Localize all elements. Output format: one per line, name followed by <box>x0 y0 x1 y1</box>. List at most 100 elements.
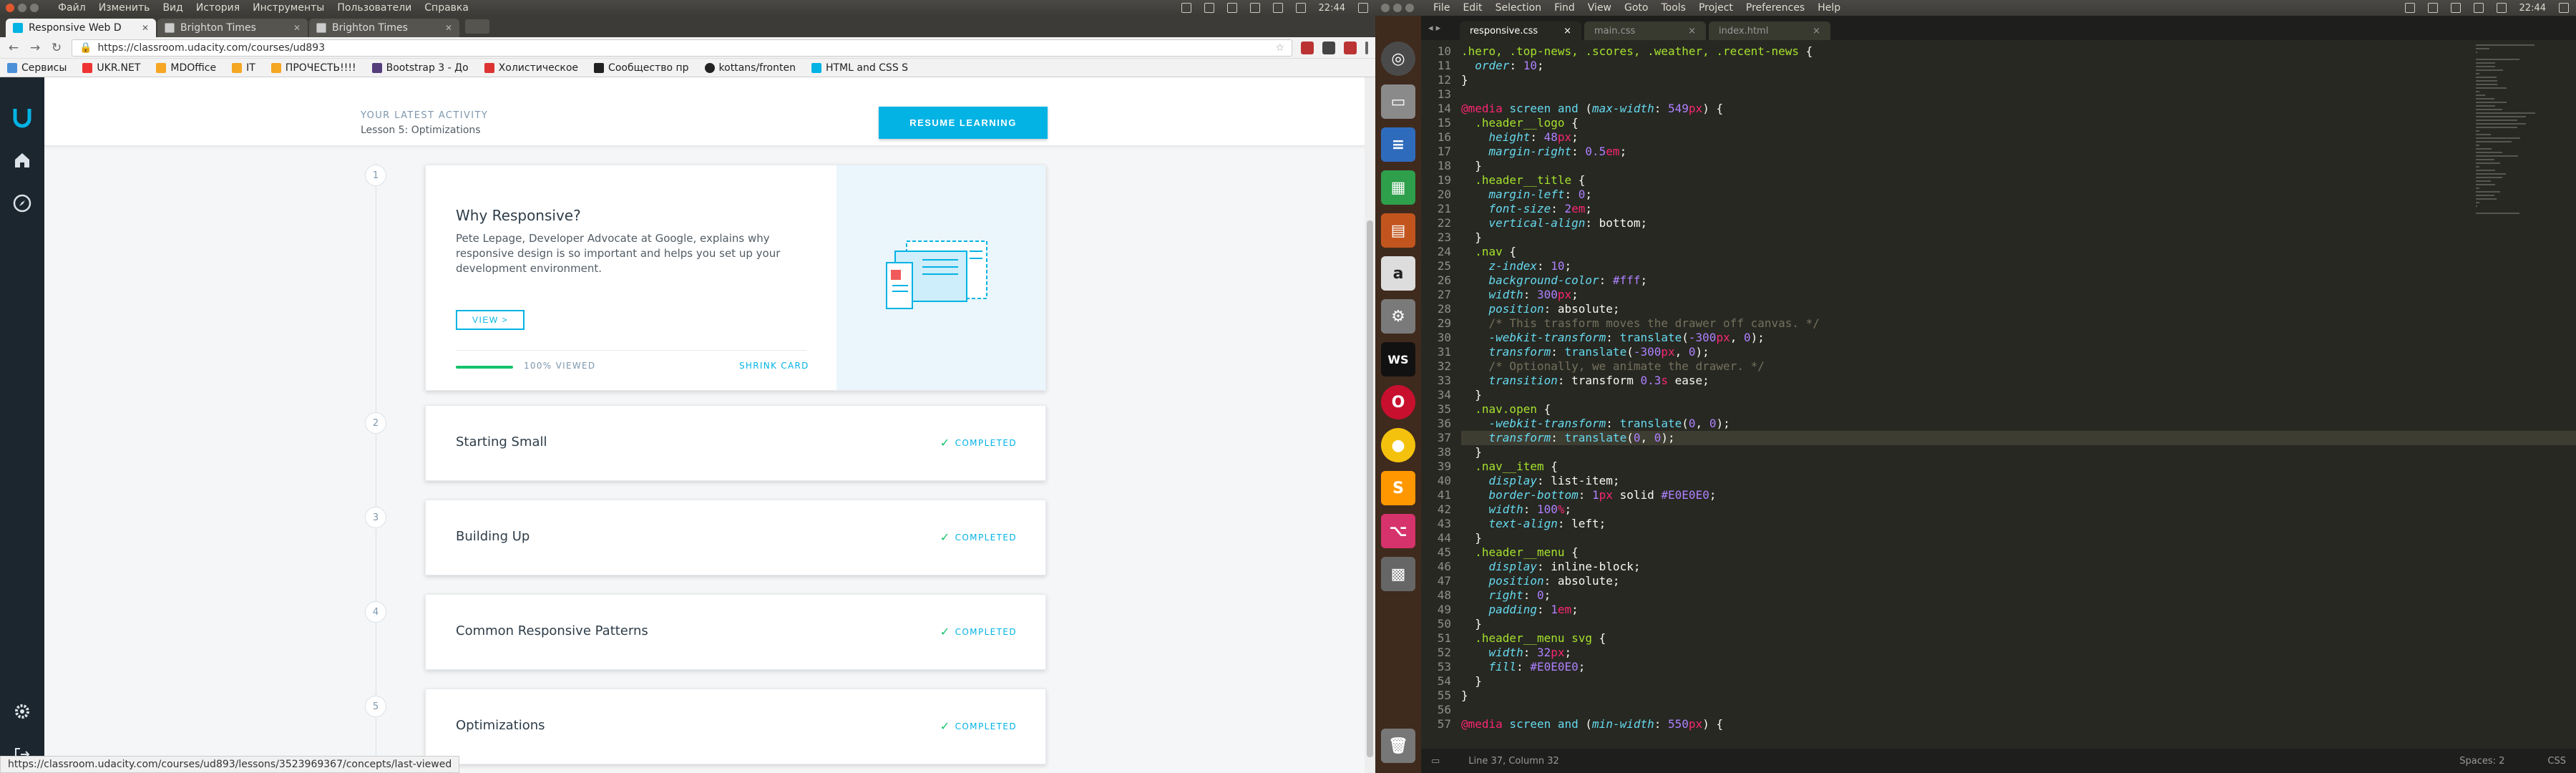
minimize-window-icon[interactable] <box>1393 4 1402 12</box>
resume-learning-button[interactable]: RESUME LEARNING <box>879 107 1048 139</box>
page-scrollbar[interactable] <box>1365 77 1375 773</box>
bookmark-item[interactable]: IT <box>232 62 255 74</box>
maximize-window-icon[interactable] <box>1405 4 1414 12</box>
menu-file[interactable]: Файл <box>52 2 92 14</box>
scrollbar-thumb[interactable] <box>1367 220 1373 757</box>
close-window-icon[interactable] <box>1381 4 1390 12</box>
trash-icon[interactable]: 🗑 <box>1381 729 1415 763</box>
code-area[interactable]: .hero, .top-news, .scores, .weather, .re… <box>1461 40 2576 749</box>
files-icon[interactable]: ▭ <box>1381 84 1415 119</box>
editor-tab[interactable]: index.html × <box>1709 21 1830 40</box>
close-window-icon[interactable] <box>6 4 14 12</box>
lesson-card-expanded[interactable]: Why Responsive? Pete Lepage, Developer A… <box>425 165 1046 391</box>
bookmark-item[interactable]: Сервисы <box>7 62 67 74</box>
bookmark-item[interactable]: Bootstrap 3 - До <box>371 62 469 74</box>
extension-icon[interactable] <box>1301 41 1314 54</box>
window-controls[interactable] <box>6 4 39 12</box>
power-icon[interactable] <box>1358 3 1368 13</box>
chrome-icon[interactable]: ● <box>1381 428 1415 462</box>
reload-icon[interactable]: ↻ <box>50 41 63 55</box>
network-icon[interactable] <box>2427 3 2438 13</box>
language-icon[interactable] <box>1226 3 1237 13</box>
clock[interactable]: 22:44 <box>1319 3 1345 14</box>
code-minimap[interactable] <box>2476 44 2547 216</box>
lesson-card[interactable]: Building Up ✓ COMPLETED <box>425 500 1046 575</box>
lesson-card[interactable]: Common Responsive Patterns ✓ COMPLETED <box>425 594 1046 670</box>
writer-icon[interactable]: ≡ <box>1381 127 1415 162</box>
lesson-card[interactable]: Starting Small ✓ COMPLETED <box>425 405 1046 481</box>
view-lesson-button[interactable]: VIEW > <box>456 310 525 330</box>
volume-icon[interactable] <box>1295 3 1306 13</box>
sublime-menu-tools[interactable]: Tools <box>1654 2 1692 14</box>
syntax-mode[interactable]: CSS <box>2547 756 2566 767</box>
indentation-setting[interactable]: Spaces: 2 <box>2459 756 2504 767</box>
menu-users[interactable]: Пользователи <box>331 2 418 14</box>
bookmark-item[interactable]: MDOffice <box>156 62 216 74</box>
extension-icon[interactable] <box>1344 41 1357 54</box>
browser-tab[interactable]: Brighton Times ✕ <box>309 19 459 37</box>
sublime-menu-edit[interactable]: Edit <box>1456 2 1488 14</box>
minimize-window-icon[interactable] <box>18 4 26 12</box>
new-tab-button[interactable] <box>465 19 489 34</box>
bookmark-item[interactable]: Сообщество пр <box>594 62 689 74</box>
editor-window-controls[interactable] <box>1381 4 1414 12</box>
sublime-menu-project[interactable]: Project <box>1692 2 1740 14</box>
calc-icon[interactable]: ▦ <box>1381 170 1415 205</box>
settings-gear-icon[interactable] <box>11 700 34 723</box>
sublime-menu-view[interactable]: View <box>1581 2 1618 14</box>
keyboard-icon[interactable] <box>1181 3 1191 13</box>
shrink-card-link[interactable]: SHRINK CARD <box>739 361 809 371</box>
network-icon[interactable] <box>1204 3 1214 13</box>
menu-view[interactable]: Вид <box>156 2 189 14</box>
close-tab-icon[interactable]: ✕ <box>445 23 452 33</box>
clock[interactable]: 22:44 <box>2519 3 2546 14</box>
settings-icon[interactable]: ⚙ <box>1381 299 1415 334</box>
sublime-icon[interactable]: S <box>1381 471 1415 505</box>
udacity-logo-icon[interactable] <box>11 106 34 129</box>
sublime-menu-help[interactable]: Help <box>1811 2 1847 14</box>
chrome-menu-icon[interactable] <box>1365 41 1368 54</box>
browser-tab[interactable]: Brighton Times ✕ <box>157 19 308 37</box>
menu-tools[interactable]: Инструменты <box>246 2 331 14</box>
home-icon[interactable] <box>11 149 34 172</box>
git-icon[interactable]: ⌥ <box>1381 514 1415 548</box>
calculator-icon[interactable]: ▩ <box>1381 557 1415 591</box>
tab-nav-arrows-icon[interactable]: ◂ ▸ <box>1428 23 1457 34</box>
latest-activity-lesson[interactable]: Lesson 5: Optimizations <box>361 125 481 136</box>
bluetooth-icon[interactable] <box>2473 3 2484 13</box>
menu-edit[interactable]: Изменить <box>92 2 157 14</box>
amazon-icon[interactable]: a <box>1381 256 1415 291</box>
bookmark-item[interactable]: kottans/fronten <box>704 62 796 74</box>
address-bar[interactable]: 🔒 https://classroom.udacity.com/courses/u… <box>72 39 1292 57</box>
sublime-menu-goto[interactable]: Goto <box>1618 2 1654 14</box>
panel-toggle-icon[interactable]: ▭ <box>1431 756 1440 767</box>
language-icon[interactable] <box>2450 3 2461 13</box>
bluetooth-icon[interactable] <box>1249 3 1260 13</box>
webstorm-icon[interactable]: WS <box>1381 342 1415 376</box>
close-tab-icon[interactable]: ✕ <box>142 23 149 33</box>
volume-icon[interactable] <box>2496 3 2507 13</box>
maximize-window-icon[interactable] <box>30 4 39 12</box>
editor-tab[interactable]: responsive.css × <box>1460 21 1581 40</box>
keyboard-icon[interactable] <box>2404 3 2415 13</box>
sublime-menu-selection[interactable]: Selection <box>1489 2 1548 14</box>
sync-icon[interactable] <box>1272 3 1283 13</box>
browser-tab[interactable]: Responsive Web D ✕ <box>6 19 156 37</box>
impress-icon[interactable]: ▤ <box>1381 213 1415 248</box>
opera-icon[interactable]: O <box>1381 385 1415 419</box>
close-tab-icon[interactable]: × <box>1813 26 1820 37</box>
bookmark-item[interactable]: Холистическое <box>484 62 578 74</box>
lesson-card[interactable]: Optimizations ✓ COMPLETED <box>425 689 1046 764</box>
editor-tab[interactable]: main.css × <box>1584 21 1706 40</box>
close-tab-icon[interactable]: × <box>1688 26 1696 37</box>
close-tab-icon[interactable]: × <box>1563 26 1571 37</box>
sublime-menu-file[interactable]: File <box>1427 2 1456 14</box>
bookmark-item[interactable]: UKR.NET <box>82 62 140 74</box>
bookmark-star-icon[interactable]: ☆ <box>1275 42 1284 54</box>
forward-icon[interactable]: → <box>29 41 42 55</box>
power-icon[interactable] <box>2559 3 2569 13</box>
compass-icon[interactable] <box>11 192 34 215</box>
bookmark-item[interactable]: HTML and CSS S <box>811 62 908 74</box>
close-tab-icon[interactable]: ✕ <box>293 23 301 33</box>
sublime-menu-preferences[interactable]: Preferences <box>1740 2 1811 14</box>
